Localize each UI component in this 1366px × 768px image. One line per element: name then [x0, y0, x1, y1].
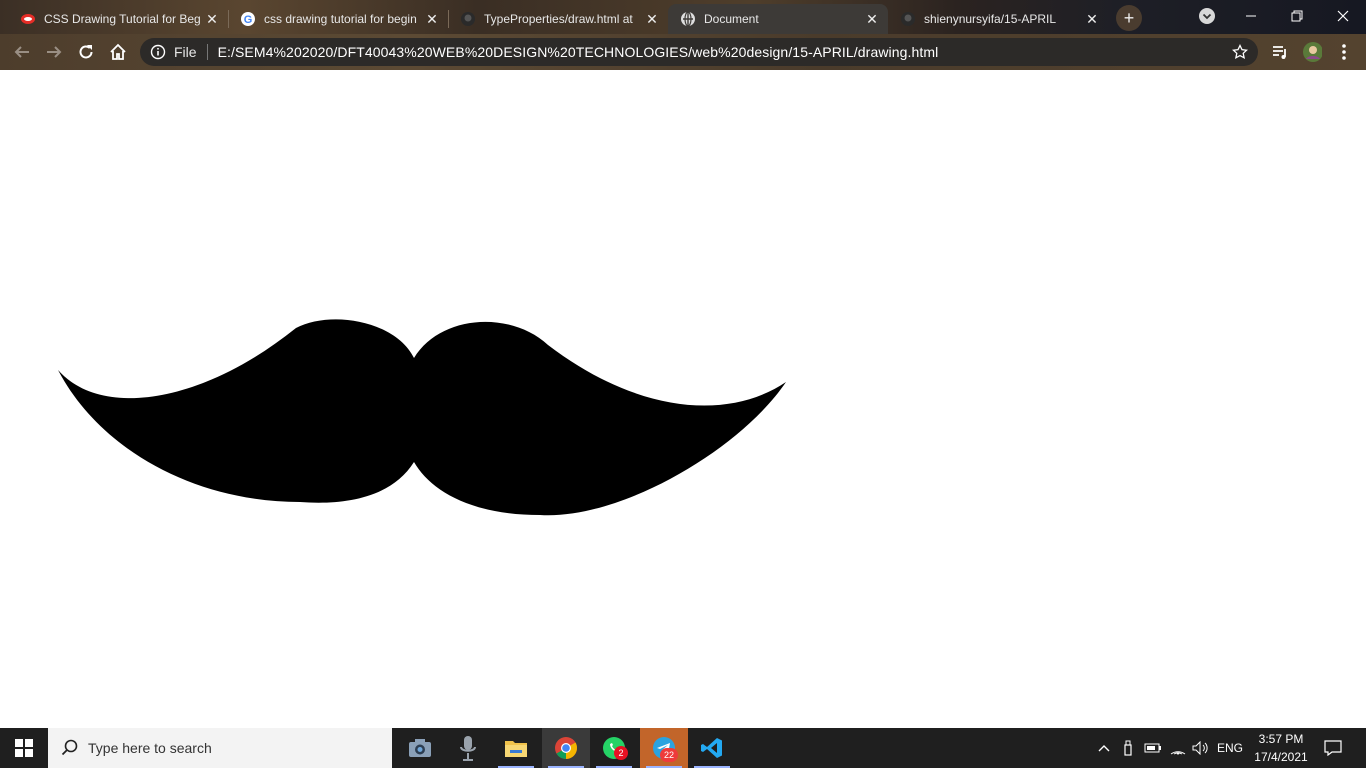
close-icon: [1337, 10, 1349, 22]
taskbar-voice-recorder[interactable]: [444, 728, 492, 768]
battery-icon: [1144, 743, 1161, 753]
tray-volume[interactable]: [1190, 728, 1212, 768]
close-window-button[interactable]: [1320, 0, 1366, 32]
minimize-button[interactable]: [1228, 0, 1274, 32]
speaker-icon: [1192, 741, 1208, 755]
file-explorer-icon: [505, 741, 527, 757]
close-tab-icon[interactable]: ✕: [204, 11, 220, 27]
tab-google-search[interactable]: G css drawing tutorial for begin ✕: [228, 4, 448, 34]
vscode-icon: [701, 738, 722, 758]
chevron-down-icon: [1199, 8, 1215, 24]
avatar-icon: [1303, 42, 1322, 62]
restore-button[interactable]: [1274, 0, 1320, 32]
home-icon: [110, 43, 126, 60]
windows-logo-icon: [15, 739, 33, 757]
info-icon[interactable]: [150, 44, 166, 60]
tab-github-15-april[interactable]: shienynursyifa/15-APRIL ✕: [888, 4, 1108, 34]
mustache-left-half: [58, 319, 414, 503]
close-tab-icon[interactable]: ✕: [424, 11, 440, 27]
search-icon: [60, 738, 80, 758]
taskbar-file-explorer[interactable]: [492, 728, 540, 768]
github-icon: [460, 11, 476, 27]
google-icon: G: [240, 11, 256, 27]
taskbar-telegram[interactable]: 22: [640, 728, 688, 768]
taskbar-camera[interactable]: [396, 728, 444, 768]
whatsapp-badge: 2: [614, 746, 628, 760]
tab-strip: CSS Drawing Tutorial for Beg ✕ G css dra…: [0, 0, 1366, 34]
svg-text:G: G: [244, 14, 253, 26]
menu-button[interactable]: [1334, 42, 1354, 62]
address-divider: [206, 44, 208, 60]
media-control-button[interactable]: [1270, 42, 1290, 62]
tray-battery[interactable]: [1142, 728, 1164, 768]
voice-recorder-icon: [460, 736, 476, 761]
tray-wifi[interactable]: [1166, 728, 1190, 768]
reload-icon: [79, 45, 93, 59]
home-button[interactable]: [106, 40, 130, 64]
close-tab-icon[interactable]: ✕: [864, 11, 880, 27]
minimize-icon: [1246, 15, 1256, 17]
tab-search-button[interactable]: [1184, 0, 1230, 32]
chrome-icon: [555, 737, 577, 759]
start-button[interactable]: [0, 728, 48, 768]
playlist-icon: [1273, 46, 1286, 59]
restore-icon: [1291, 10, 1303, 22]
back-button[interactable]: [10, 40, 34, 64]
scheme-label: File: [174, 44, 197, 60]
system-clock[interactable]: 3:57 PM 17/4/2021: [1248, 730, 1314, 766]
clock-date: 17/4/2021: [1254, 750, 1308, 764]
new-tab-button[interactable]: +: [1116, 5, 1142, 31]
telegram-badge: 22: [660, 748, 678, 762]
tab-document[interactable]: Document ✕: [668, 4, 888, 34]
action-center-button[interactable]: [1318, 728, 1348, 768]
tab-title: Document: [704, 12, 759, 26]
clock-time: 3:57 PM: [1258, 732, 1304, 746]
url-text[interactable]: E:/SEM4%202020/DFT40043%20WEB%20DESIGN%2…: [218, 44, 939, 60]
more-vertical-icon: [1342, 44, 1346, 60]
camera-icon: [409, 739, 431, 757]
globe-icon: [680, 11, 696, 27]
taskbar-vscode[interactable]: [688, 728, 736, 768]
usb-drive-icon: [1124, 740, 1132, 756]
mustache-drawing: [58, 319, 786, 516]
bookmark-star-icon[interactable]: [1231, 43, 1249, 60]
reload-button[interactable]: [74, 40, 98, 64]
search-placeholder: Type here to search: [88, 740, 212, 756]
github-icon: [900, 11, 916, 27]
page-content: [0, 70, 1366, 728]
tab-title: css drawing tutorial for begin: [264, 12, 417, 26]
profile-avatar[interactable]: [1302, 42, 1322, 62]
taskbar-search-input[interactable]: Type here to search: [48, 728, 392, 768]
address-bar[interactable]: File E:/SEM4%202020/DFT40043%20WEB%20DES…: [140, 38, 1258, 66]
notification-icon: [1324, 740, 1342, 756]
browser-toolbar: File E:/SEM4%202020/DFT40043%20WEB%20DES…: [0, 34, 1366, 70]
show-hidden-icons-button[interactable]: [1094, 728, 1114, 768]
windows-taskbar: Type here to search 2 22 ENG 3:57 PM 17/…: [0, 728, 1366, 768]
arrow-left-icon: [14, 46, 29, 58]
tab-css-drawing-tutorial[interactable]: CSS Drawing Tutorial for Beg ✕: [8, 4, 228, 34]
tab-title: TypeProperties/draw.html at: [484, 12, 633, 26]
wifi-icon: [1170, 751, 1186, 755]
language-indicator[interactable]: ENG: [1214, 728, 1246, 768]
taskbar-whatsapp[interactable]: 2: [590, 728, 638, 768]
close-tab-icon[interactable]: ✕: [1084, 11, 1100, 27]
mustache-right-half: [414, 321, 786, 516]
tab-github-typeproperties[interactable]: TypeProperties/draw.html at ✕: [448, 4, 668, 34]
chevron-up-icon: [1098, 745, 1110, 752]
tray-usb[interactable]: [1118, 728, 1138, 768]
taskbar-chrome[interactable]: [542, 728, 590, 768]
close-tab-icon[interactable]: ✕: [644, 11, 660, 27]
forward-button[interactable]: [42, 40, 66, 64]
tab-title: shienynursyifa/15-APRIL: [924, 12, 1057, 26]
brand-logo-icon: [20, 11, 36, 27]
tab-title: CSS Drawing Tutorial for Beg: [44, 12, 201, 26]
arrow-right-icon: [47, 46, 62, 58]
